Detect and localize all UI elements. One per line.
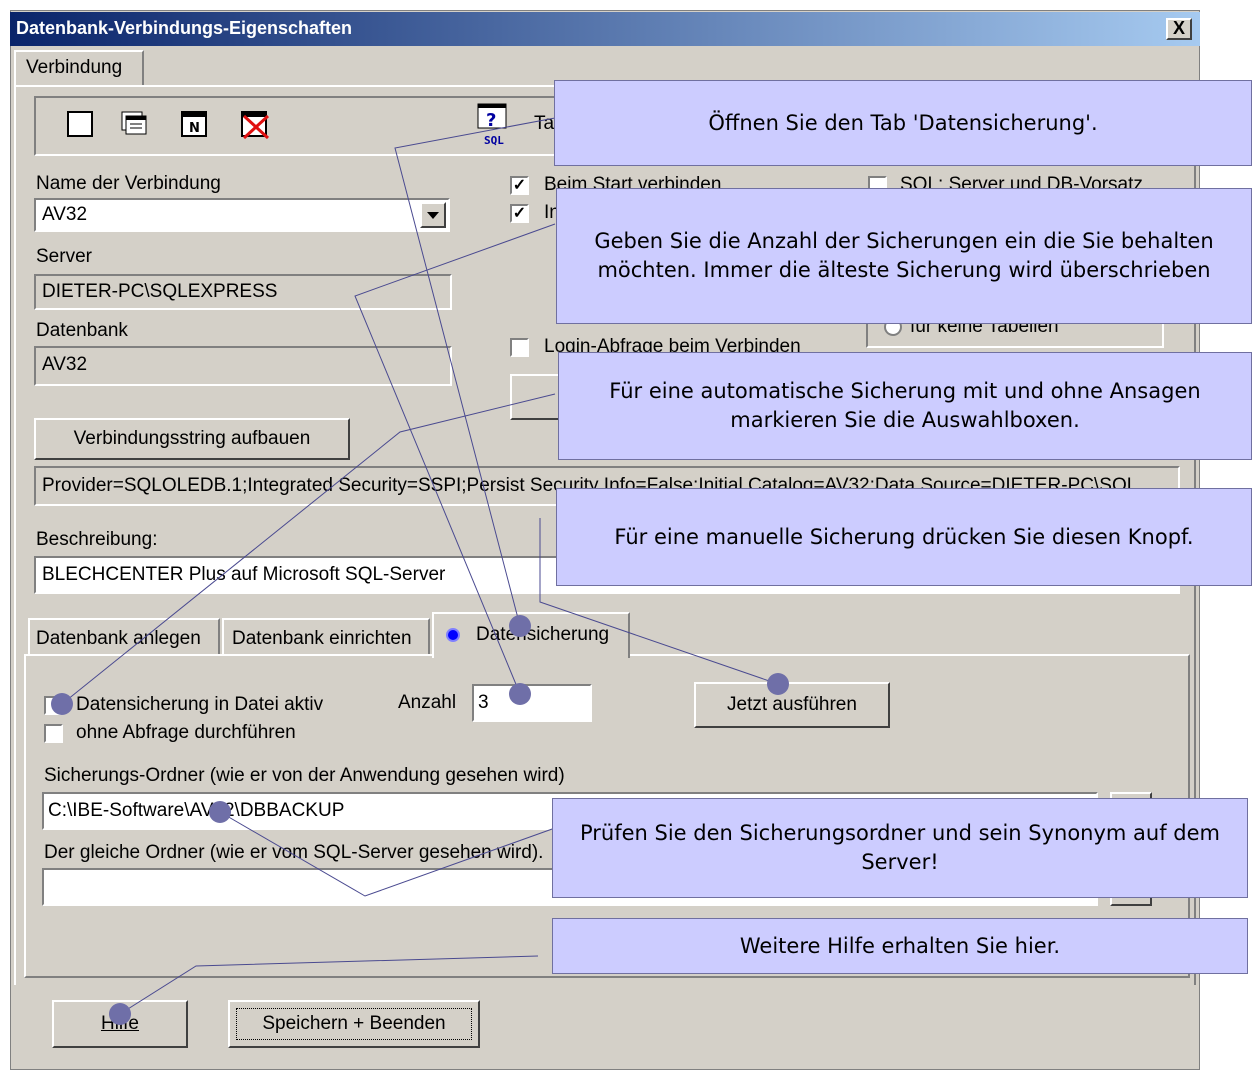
connector-checkbox	[61, 393, 556, 705]
callout-check-folder: Prüfen Sie den Sicherungsordner und sein…	[552, 798, 1248, 898]
marker-help	[109, 1003, 131, 1025]
marker-run-button	[767, 673, 789, 695]
callout-manual-backup: Für eine manuelle Sicherung drücken Sie …	[556, 488, 1252, 586]
callout-open-tab: Öffnen Sie den Tab 'Datensicherung'.	[554, 80, 1252, 166]
marker-datensicherung-tab	[509, 615, 531, 637]
callout-backup-count: Geben Sie die Anzahl der Sicherungen ein…	[556, 188, 1252, 324]
callout-more-help: Weitere Hilfe erhalten Sie hier.	[552, 918, 1248, 974]
marker-folder	[209, 801, 231, 823]
callout-auto-backup: Für eine automatische Sicherung mit und …	[558, 352, 1252, 460]
marker-anzahl	[509, 683, 531, 705]
connector-help	[119, 955, 539, 1015]
marker-backup-checkbox	[51, 693, 73, 715]
connector-folder	[219, 811, 556, 897]
connector-datensicherung-tab	[394, 117, 556, 627]
